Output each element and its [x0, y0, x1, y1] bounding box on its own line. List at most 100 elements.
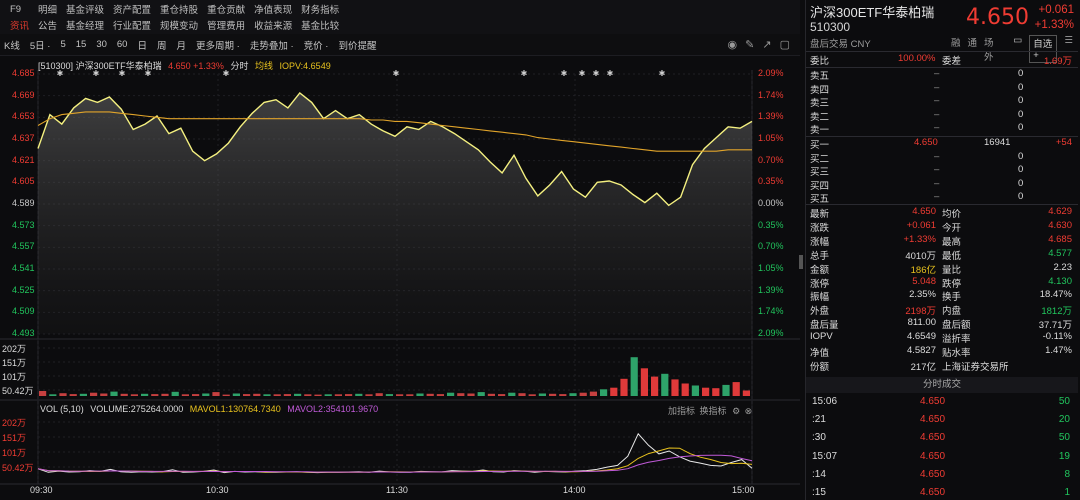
- nav-item[interactable]: F9: [0, 4, 34, 15]
- overlay-dropdown[interactable]: 走势叠加 ·: [250, 38, 294, 52]
- ask-row[interactable]: 卖五 – 0: [806, 68, 1076, 82]
- volume-bar: [90, 392, 98, 396]
- nav-row-1: F9 明细 基金评级 资产配置 重仓持股 重仓贡献 净值表现 财务指标: [0, 1, 348, 17]
- bid-label: 买三: [810, 167, 830, 179]
- period-item[interactable]: 15: [76, 39, 87, 50]
- nav-item[interactable]: 重仓持股: [160, 2, 198, 16]
- trade-price: 4.650: [920, 468, 946, 480]
- nav-item[interactable]: 明细: [38, 2, 57, 16]
- nav-item[interactable]: 规模变动: [160, 18, 198, 32]
- volume-bar: [49, 394, 57, 396]
- more-periods-dropdown[interactable]: 更多周期 ·: [196, 38, 240, 52]
- bid-row[interactable]: 买四 – 0: [806, 178, 1076, 192]
- price-tick-label: 4.541: [12, 263, 35, 273]
- draw-icon[interactable]: ✎: [745, 38, 754, 51]
- target-icon[interactable]: ◉: [728, 38, 738, 51]
- ask-label: 卖三: [810, 98, 830, 110]
- ask-row[interactable]: 卖四 – 0: [806, 82, 1076, 96]
- price-alert-button[interactable]: 到价提醒: [338, 38, 376, 52]
- auction-dropdown[interactable]: 竞价 ·: [304, 38, 329, 52]
- order-ratio-row: 委比 100.00% 委差 1.69万: [810, 53, 1072, 67]
- bid-row[interactable]: 买五 –0: [806, 191, 1076, 205]
- nav-item-active[interactable]: 资讯: [0, 18, 34, 32]
- trade-row[interactable]: :21 4.650 20: [806, 414, 1076, 432]
- period-item[interactable]: 30: [96, 39, 107, 50]
- chart-svg[interactable]: ✱ ✱ ✱ ✱ ✱ ✱ ✱ ✱ ✱ ✱ ✱ ✱: [0, 56, 800, 500]
- event-marker-icon: ✱: [579, 69, 586, 78]
- volume-bar: [324, 394, 332, 396]
- volume-bar: [79, 393, 87, 396]
- period-item[interactable]: K线: [4, 38, 20, 52]
- period-item[interactable]: 月: [177, 38, 187, 52]
- period-item[interactable]: 5日 ·: [30, 38, 51, 52]
- stat-label: 净值: [810, 348, 830, 359]
- volume-bar: [283, 394, 291, 396]
- percent-tick-label: 2.09%: [758, 68, 784, 78]
- nav-item[interactable]: 财务指标: [301, 2, 339, 16]
- trade-volume: 19: [1058, 450, 1070, 462]
- trade-row[interactable]: :14 4.650 8: [806, 469, 1076, 487]
- volume-bar: [702, 387, 710, 396]
- intraday-chart-panel[interactable]: ✱ ✱ ✱ ✱ ✱ ✱ ✱ ✱ ✱ ✱ ✱ ✱ [510300] 沪深300ETF华泰柏瑞 4.650…: [0, 56, 800, 500]
- stat-label: 外盘: [810, 306, 830, 318]
- nav-item[interactable]: 行业配置: [113, 18, 151, 32]
- close-icon[interactable]: ⊗: [745, 406, 753, 416]
- ask-row[interactable]: 卖三 – 0: [806, 95, 1076, 109]
- trade-price: 4.650: [920, 487, 946, 498]
- trade-time: 15:07: [812, 450, 838, 462]
- stat-row: 振幅 2.35% 换手 18.47%: [806, 289, 1076, 303]
- ask-row[interactable]: 卖一 – 0: [806, 122, 1076, 136]
- volume-bar: [600, 389, 608, 396]
- trade-row[interactable]: :30 4.650 50: [806, 432, 1076, 450]
- nav-item[interactable]: 重仓贡献: [207, 2, 245, 16]
- period-item[interactable]: 周: [157, 38, 167, 52]
- event-marker-icon: ✱: [593, 69, 600, 78]
- nav-item[interactable]: 资产配置: [113, 2, 151, 16]
- bid-row[interactable]: 买一 4.650 16941 +54: [806, 137, 1076, 151]
- stat-value: 4010万: [905, 250, 936, 262]
- ask-row[interactable]: 卖二 – 0: [806, 109, 1076, 123]
- price-tick-label: 4.525: [12, 284, 35, 295]
- nav-item[interactable]: 基金比较: [301, 18, 339, 32]
- period-item[interactable]: 5: [60, 39, 65, 50]
- avg-line-label: 均线: [254, 61, 273, 71]
- mavol2-line: [37, 454, 753, 473]
- nav-item[interactable]: 基金评级: [66, 2, 104, 16]
- price-tick-label: 4.621: [12, 154, 35, 165]
- trade-row[interactable]: 15:06 4.650 50: [806, 396, 1076, 414]
- stat-label: 跌停: [942, 278, 962, 290]
- ask-volume: 0: [1018, 95, 1024, 107]
- price-tick-label: 4.493: [12, 328, 35, 338]
- ask-label: 卖一: [810, 125, 830, 137]
- last-price: 4.650: [966, 5, 1029, 30]
- event-marker-icon: ✱: [561, 69, 568, 78]
- settings-icon[interactable]: ⚙: [732, 406, 740, 416]
- bid-row[interactable]: 买三 – 0: [806, 164, 1076, 178]
- volume-bar: [273, 394, 281, 396]
- switch-indicator-button[interactable]: 换指标: [700, 406, 727, 416]
- panel-splitter-handle[interactable]: [799, 255, 803, 269]
- nav-item[interactable]: 净值表现: [254, 2, 292, 16]
- vol-mavol2: MAVOL2:354101.9670: [287, 404, 379, 414]
- nav-item[interactable]: 公告: [38, 18, 57, 32]
- volume-bar: [385, 394, 393, 396]
- bid-row[interactable]: 买二 – 0: [806, 151, 1076, 165]
- trade-row[interactable]: :15 4.650 1: [806, 487, 1076, 500]
- nav-item[interactable]: 基金经理: [66, 18, 104, 32]
- volume-bar: [487, 393, 495, 396]
- period-item[interactable]: 60: [117, 39, 128, 50]
- nav-item[interactable]: 收益来源: [254, 18, 292, 32]
- expand-icon[interactable]: ↗: [762, 38, 771, 51]
- window-icon[interactable]: ▢: [780, 38, 790, 51]
- vol-volume: VOLUME:275264.0000: [90, 404, 184, 414]
- price-change: +0.061: [1038, 4, 1075, 16]
- ask-price: –: [934, 95, 940, 107]
- nav-item[interactable]: 管理费用: [207, 18, 245, 32]
- stat-label: 金额: [810, 264, 830, 276]
- period-item[interactable]: 日: [137, 38, 147, 52]
- stat-label: 盘后额: [942, 320, 971, 332]
- add-indicator-button[interactable]: 加指标: [668, 406, 695, 416]
- stat-value: 2.35%: [909, 289, 936, 301]
- trade-row[interactable]: 15:07 4.650 19: [806, 451, 1076, 469]
- percent-tick-label: 1.05%: [758, 263, 784, 273]
